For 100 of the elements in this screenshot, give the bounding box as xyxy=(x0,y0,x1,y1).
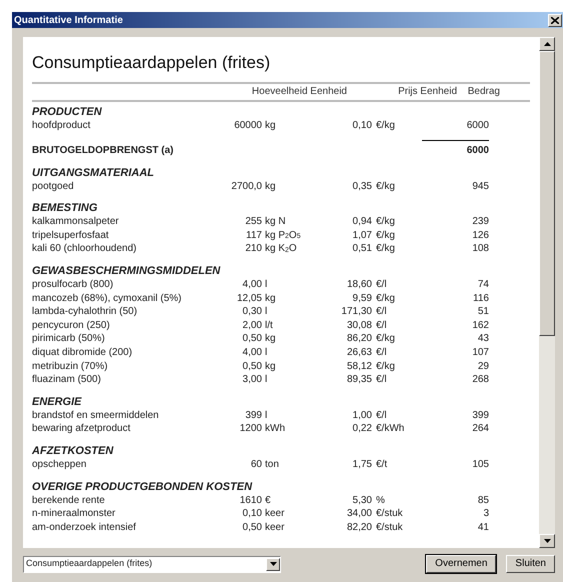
price-unit: €/kWh xyxy=(376,422,406,436)
column-header: Prijs Eenheid xyxy=(397,85,457,99)
down-arrow-icon xyxy=(544,539,550,543)
price: 1,75 xyxy=(352,458,372,472)
section-heading: OVERIGE PRODUCTGEBONDEN KOSTEN xyxy=(32,480,254,494)
amount: 29 xyxy=(476,360,489,374)
amount: 107 xyxy=(471,346,489,360)
quantity: 210 xyxy=(244,242,262,256)
price: 30,08 xyxy=(346,318,372,332)
quantity: 255 xyxy=(244,215,262,229)
price: 0,51 xyxy=(352,242,372,256)
price-unit: €/l xyxy=(376,305,388,319)
price-unit: €/t xyxy=(376,458,388,472)
price-unit: €/stuk xyxy=(376,520,404,534)
quantity: 399 xyxy=(244,408,262,422)
price: 34,00 xyxy=(346,507,372,521)
up-arrow-icon xyxy=(544,42,550,46)
price: 0,22 xyxy=(352,422,372,436)
quantity: 1200 xyxy=(238,422,262,436)
item-name: am-onderzoek intensief xyxy=(32,520,137,534)
total-label: BRUTOGELDOPBRENGST (a) xyxy=(32,144,174,158)
item-name: metribuzin (70%) xyxy=(32,360,109,374)
price: 18,60 xyxy=(346,278,372,292)
unit: ton xyxy=(265,458,280,472)
amount: 6000 xyxy=(466,119,489,133)
item-name: berekende rente xyxy=(32,494,106,508)
amount: 945 xyxy=(471,180,489,194)
unit: kWh xyxy=(265,422,286,436)
unit: kg xyxy=(265,119,277,133)
price-unit: €/kg xyxy=(376,180,396,194)
unit: l xyxy=(265,278,268,292)
price: 5,30 xyxy=(352,494,372,508)
item-name: fluazinam (500) xyxy=(32,373,102,387)
quantity: 117 xyxy=(245,228,262,242)
quantity: 0,50 xyxy=(242,520,262,534)
item-name: diquat dibromide (200) xyxy=(32,346,134,360)
unit: € xyxy=(265,494,272,508)
amount: 399 xyxy=(471,408,489,422)
price-unit: €/l xyxy=(376,346,388,360)
dialog-button[interactable]: Overnemen xyxy=(426,555,496,573)
price-unit: €/l xyxy=(376,408,388,422)
section-heading: ENERGIE xyxy=(32,394,83,409)
unit: kg xyxy=(265,292,277,306)
unit: l xyxy=(265,346,268,360)
unit: kg xyxy=(265,332,277,346)
amount: 264 xyxy=(471,422,489,436)
product-dropdown[interactable]: Consumptieaardappelen (frites) xyxy=(23,556,281,572)
unit: keer xyxy=(265,507,286,521)
amount: 51 xyxy=(476,305,489,319)
price-unit: €/kg xyxy=(376,242,396,256)
section-heading: BEMESTING xyxy=(32,201,98,216)
scroll-down-button[interactable] xyxy=(539,534,555,548)
price-unit: €/stuk xyxy=(376,507,404,521)
quantity: 2,00 xyxy=(242,318,262,332)
price-unit: €/kg xyxy=(376,215,396,229)
unit: l xyxy=(265,408,268,422)
price: 0,94 xyxy=(352,215,372,229)
section-heading: PRODUCTEN xyxy=(32,105,103,119)
amount: 268 xyxy=(471,373,489,387)
report-title: Consumptieaardappelen (frites) xyxy=(32,52,272,74)
item-name: pirimicarb (50%) xyxy=(32,332,106,346)
price: 58,12 xyxy=(346,360,372,374)
price-unit: €/kg xyxy=(376,360,396,374)
item-name: bewaring afzetproduct xyxy=(32,422,132,436)
price: 0,10 xyxy=(352,119,372,133)
price: 1,07 xyxy=(352,228,372,242)
item-name: brandstof en smeermiddelen xyxy=(32,408,160,422)
item-name: kali 60 (chloorhoudend) xyxy=(32,242,138,256)
quantity: 3,00 xyxy=(242,373,262,387)
quantity: 60000 xyxy=(233,119,262,133)
total-amount: 6000 xyxy=(422,140,489,158)
quantity: 0,10 xyxy=(242,507,262,521)
price: 26,63 xyxy=(346,346,372,360)
quantity: 2700,0 xyxy=(230,180,262,194)
close-button[interactable] xyxy=(548,14,562,26)
price: 1,00 xyxy=(352,408,372,422)
price-unit: % xyxy=(376,494,386,508)
price-unit: €/kg xyxy=(376,332,396,346)
item-name: lambda-cyhalothrin (50) xyxy=(32,305,138,319)
quantity: 60 xyxy=(250,458,262,472)
quantity: 0,50 xyxy=(242,332,262,346)
unit: kg N xyxy=(265,215,287,229)
scroll-thumb[interactable] xyxy=(539,51,555,336)
amount: 85 xyxy=(476,494,489,508)
unit: keer xyxy=(265,520,286,534)
price: 171,30 xyxy=(340,305,372,319)
quantity: 4,00 xyxy=(242,346,262,360)
section-heading: UITGANGSMATERIAAL xyxy=(32,166,156,180)
unit: kg xyxy=(265,180,277,194)
dialog-button[interactable]: Sluiten xyxy=(506,555,555,573)
price-unit: €/l xyxy=(376,318,388,332)
price: 82,20 xyxy=(346,520,372,534)
unit: l/t xyxy=(265,318,274,332)
item-name: prosulfocarb (800) xyxy=(32,278,114,292)
price-unit: €/kg xyxy=(376,292,396,306)
amount: 3 xyxy=(482,507,489,521)
scrollbar[interactable] xyxy=(539,37,555,548)
scroll-up-button[interactable] xyxy=(539,37,555,51)
item-name: mancozeb (68%), cymoxanil (5%) xyxy=(32,292,182,306)
unit: kg xyxy=(265,360,277,374)
